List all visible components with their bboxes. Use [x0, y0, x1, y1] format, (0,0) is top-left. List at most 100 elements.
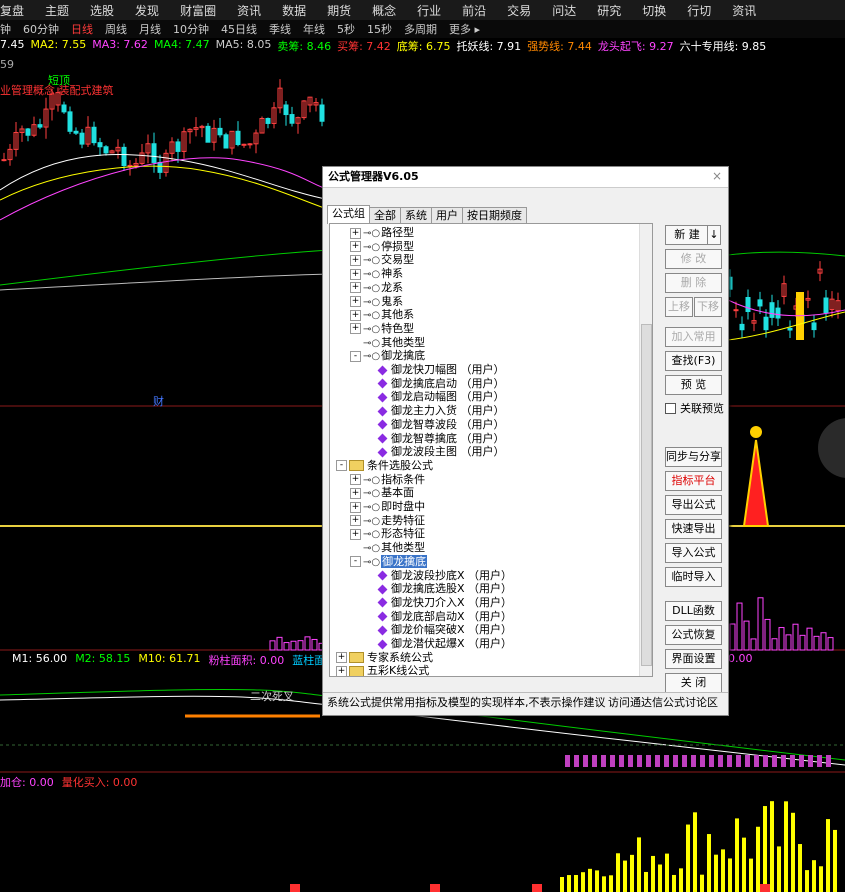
tree-node[interactable]: 御龙潜伏起爆X （用户）	[364, 637, 512, 650]
tree-node[interactable]: 御龙启动幅图 （用户）	[364, 390, 505, 403]
preview-button[interactable]: 预 览	[665, 375, 722, 395]
scrollbar-thumb[interactable]	[641, 324, 652, 666]
tab-1[interactable]: 全部	[369, 207, 401, 224]
add-common-button[interactable]: 加入常用	[665, 327, 722, 347]
tree-node[interactable]: + ⊸○其他系	[350, 308, 414, 321]
formula-diamond-icon	[377, 392, 388, 403]
tree-node[interactable]: + ⊸○路径型	[350, 226, 414, 239]
tree-node[interactable]: 御龙快刀幅图 （用户）	[364, 363, 505, 376]
area-bar	[827, 637, 834, 651]
tree-node[interactable]: 御龙智尊擒底 （用户）	[364, 432, 505, 445]
tree-node[interactable]: + 五彩K线公式	[336, 664, 429, 676]
tree-node[interactable]: + ⊸○走势特征	[350, 514, 425, 527]
expander-icon[interactable]: +	[350, 241, 361, 253]
tree-node[interactable]: + ⊸○龙系	[350, 281, 403, 294]
link-preview-checkbox-row[interactable]: 关联预览	[665, 400, 724, 416]
sync-share-button[interactable]: 同步与分享	[665, 447, 722, 467]
restore-formula-button[interactable]: 公式恢复	[665, 625, 722, 645]
expander-icon[interactable]: +	[350, 282, 361, 294]
tree-node[interactable]: + ⊸○鬼系	[350, 295, 403, 308]
expander-icon[interactable]: +	[350, 309, 361, 321]
expander-icon[interactable]: +	[350, 268, 361, 280]
key-icon: ⊸○	[363, 255, 381, 267]
tree-node[interactable]: -⊸○御龙擒底	[350, 349, 425, 362]
expander-icon[interactable]: +	[350, 474, 361, 486]
expander-icon[interactable]: -	[336, 460, 347, 472]
expander-icon[interactable]: -	[350, 556, 361, 568]
volume-bar	[805, 870, 809, 892]
formula-tree[interactable]: + ⊸○路径型 + ⊸○停损型 + ⊸○交易型 + ⊸○神系 + ⊸○龙系 + ⊸○鬼系 + ⊸○其他系 +…	[329, 223, 653, 677]
tree-node[interactable]: 御龙底部启动X （用户）	[364, 610, 512, 623]
quick-export-button[interactable]: 快速导出	[665, 519, 722, 539]
tree-node[interactable]: + ⊸○特色型	[350, 322, 414, 335]
tree-node[interactable]: 御龙主力入货 （用户）	[364, 404, 505, 417]
volume-bar	[560, 877, 564, 892]
candle-body	[67, 111, 73, 132]
expander-icon[interactable]: -	[350, 350, 361, 362]
tree-node[interactable]: + ⊸○形态特征	[350, 527, 425, 540]
tree-node[interactable]: 御龙快刀介入X （用户）	[364, 596, 512, 609]
tree-node[interactable]: + ⊸○停损型	[350, 240, 414, 253]
close-icon[interactable]: ×	[710, 169, 724, 183]
tree-node[interactable]: + ⊸○交易型	[350, 253, 414, 266]
expander-icon[interactable]: +	[336, 652, 347, 664]
expander-icon[interactable]: +	[350, 487, 361, 499]
tree-node-label: 御龙价幅突破X （用户）	[391, 623, 513, 637]
tree-node[interactable]: 御龙波段抄底X （用户）	[364, 569, 512, 582]
tab-0[interactable]: 公式组	[327, 205, 370, 224]
tree-node[interactable]: 御龙擒底启动 （用户）	[364, 377, 505, 390]
import-formula-button[interactable]: 导入公式	[665, 543, 722, 563]
tree-node[interactable]: 御龙价幅突破X （用户）	[364, 623, 512, 636]
close-button[interactable]: 关 闭	[665, 673, 722, 693]
tree-node[interactable]: + ⊸○指标条件	[350, 473, 425, 486]
tree-node[interactable]: - 条件选股公式	[336, 459, 433, 472]
temp-import-button[interactable]: 临时导入	[665, 567, 722, 587]
new-button[interactable]: 新 建	[665, 225, 709, 245]
expander-icon[interactable]: +	[336, 665, 347, 676]
candle-body	[175, 141, 181, 152]
link-preview-checkbox[interactable]	[665, 402, 676, 414]
link-preview-label: 关联预览	[680, 402, 724, 415]
tab-4[interactable]: 按日期频度	[462, 207, 527, 224]
tab-2[interactable]: 系统	[400, 207, 432, 224]
candle-body	[205, 125, 211, 143]
modify-button[interactable]: 修 改	[665, 249, 722, 269]
tree-node[interactable]: 御龙擒底选股X （用户）	[364, 582, 512, 595]
tree-scrollbar[interactable]	[639, 224, 652, 676]
delete-button[interactable]: 删 除	[665, 273, 722, 293]
expander-icon[interactable]: +	[350, 515, 361, 527]
ui-settings-button[interactable]: 界面设置	[665, 649, 722, 669]
tree-node[interactable]: 御龙智尊波段 （用户）	[364, 418, 505, 431]
expander-icon[interactable]: +	[350, 254, 361, 266]
volume-bar	[819, 866, 823, 892]
new-dropdown-arrow-icon[interactable]: ↓	[707, 225, 721, 245]
move-down-button[interactable]: 下移	[694, 297, 722, 317]
expander-icon[interactable]: +	[350, 296, 361, 307]
volume-bar	[588, 868, 592, 892]
expander-icon[interactable]: +	[350, 501, 361, 513]
dll-func-button[interactable]: DLL函数	[665, 601, 722, 621]
tree-node[interactable]: ⊸○其他类型	[350, 336, 425, 349]
tree-node[interactable]: ⊸○其他类型	[350, 541, 425, 554]
tree-node-label: 走势特征	[381, 513, 426, 527]
histogram-bar	[565, 755, 570, 767]
volume-bar	[707, 834, 711, 892]
forum-link[interactable]: 访问通达信公式讨论区	[608, 693, 718, 713]
tab-3[interactable]: 用户	[431, 207, 463, 224]
tree-node[interactable]: 御龙波段主图 （用户）	[364, 445, 505, 458]
export-formula-button[interactable]: 导出公式	[665, 495, 722, 515]
tree-node[interactable]: -⊸○御龙擒底	[350, 554, 428, 568]
tree-node[interactable]: + ⊸○即时盘中	[350, 500, 425, 513]
tree-node-label: 御龙擒底	[381, 349, 426, 363]
tree-node[interactable]: + ⊸○基本面	[350, 486, 414, 499]
expander-icon[interactable]: +	[350, 528, 361, 540]
move-up-button[interactable]: 上移	[665, 297, 693, 317]
expander-icon[interactable]: +	[350, 323, 361, 335]
candle-body	[733, 309, 739, 312]
tree-node[interactable]: + 专家系统公式	[336, 651, 433, 664]
formula-diamond-icon	[377, 406, 388, 417]
expander-icon[interactable]: +	[350, 227, 361, 239]
indicator-platform-button[interactable]: 指标平台	[665, 471, 722, 491]
tree-node[interactable]: + ⊸○神系	[350, 267, 403, 280]
find-button[interactable]: 查找(F3)	[665, 351, 722, 371]
